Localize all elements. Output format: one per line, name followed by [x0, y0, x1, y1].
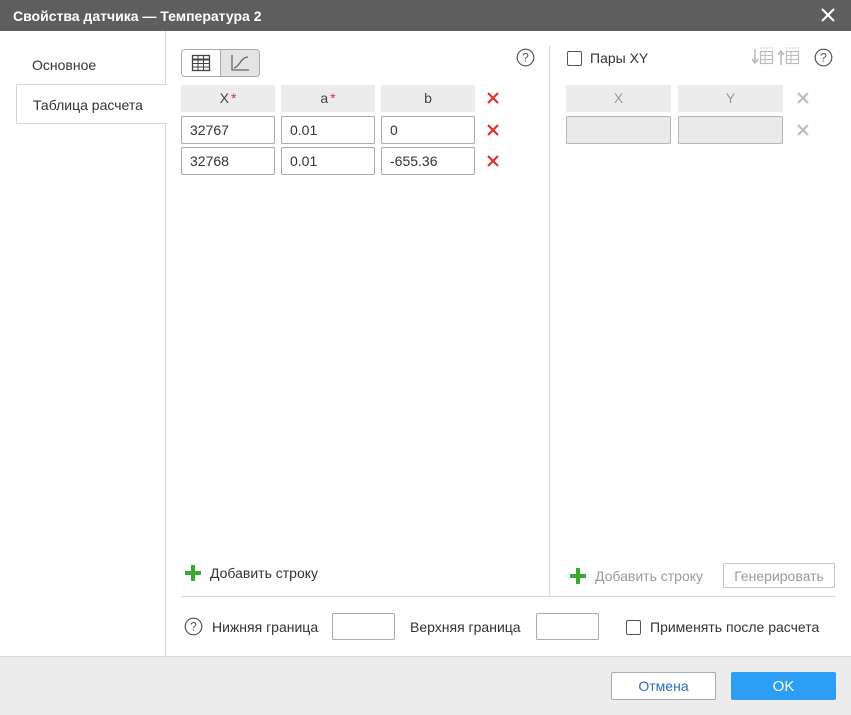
svg-text:?: ?: [190, 620, 197, 634]
xy-row1-y-input[interactable]: [678, 116, 783, 144]
delete-row-icon[interactable]: [486, 154, 500, 168]
lower-bound-label: Нижняя граница: [212, 619, 319, 635]
apply-after-calculation-label: Применять после расчета: [650, 619, 820, 635]
table-icon: [191, 54, 211, 72]
calculation-table-panel: ? X* a* b Добавить строку Пары XY: [166, 31, 851, 656]
delete-all-xy-rows-icon[interactable]: [796, 91, 810, 105]
sidebar-item-general[interactable]: Основное: [16, 45, 166, 85]
column-header-x: X *: [181, 85, 275, 112]
required-marker: *: [230, 90, 237, 106]
bounds-divider: [181, 596, 836, 597]
sort-descending-icon[interactable]: [752, 47, 774, 67]
help-icon[interactable]: ?: [516, 48, 535, 67]
xy-add-row-label: Добавить строку: [595, 568, 704, 584]
row1-x-input[interactable]: [181, 116, 275, 144]
view-toggle: [181, 49, 260, 77]
help-icon[interactable]: ?: [814, 48, 833, 67]
sort-ascending-icon[interactable]: [778, 47, 800, 67]
required-marker: *: [330, 90, 336, 106]
upper-bound-input[interactable]: [536, 613, 599, 640]
chart-line-icon: [231, 55, 249, 71]
generate-button[interactable]: Генерировать: [723, 563, 835, 588]
xy-column-header-x: X: [566, 85, 671, 112]
ok-button[interactable]: OK: [731, 672, 836, 700]
delete-row-icon[interactable]: [486, 123, 500, 137]
plus-icon: [570, 568, 586, 584]
row2-b-input[interactable]: [381, 147, 475, 175]
xy-add-row-button[interactable]: Добавить строку: [569, 566, 719, 586]
sidebar-item-label: Основное: [32, 57, 97, 73]
cancel-button[interactable]: Отмена: [611, 672, 716, 700]
row1-a-input[interactable]: [281, 116, 375, 144]
sidebar-item-calculation-table[interactable]: Таблица расчета: [16, 84, 167, 124]
upper-bound-label: Верхняя граница: [410, 619, 521, 635]
chart-view-button[interactable]: [221, 50, 259, 76]
dialog-footer: Отмена OK: [0, 656, 851, 715]
sidebar-item-label: Таблица расчета: [33, 97, 143, 113]
column-header-a: a *: [281, 85, 375, 112]
add-row-label: Добавить строку: [210, 565, 319, 581]
svg-text:?: ?: [522, 51, 529, 65]
panel-divider: [549, 46, 550, 596]
row2-x-input[interactable]: [181, 147, 275, 175]
table-view-button[interactable]: [182, 50, 221, 76]
xy-row1-x-input[interactable]: [566, 116, 671, 144]
close-icon[interactable]: [819, 6, 837, 24]
delete-xy-row-icon[interactable]: [796, 123, 810, 137]
apply-after-calculation-checkbox[interactable]: [626, 620, 641, 635]
xy-pairs-label: Пары XY: [590, 50, 649, 66]
dialog-title: Свойства датчика — Температура 2: [13, 8, 262, 24]
xy-pairs-checkbox[interactable]: [567, 51, 582, 66]
delete-all-rows-icon[interactable]: [486, 91, 500, 105]
sidebar: Основное Таблица расчета: [0, 31, 167, 656]
svg-text:?: ?: [820, 51, 827, 65]
lower-bound-input[interactable]: [332, 613, 395, 640]
help-icon[interactable]: ?: [184, 617, 203, 636]
dialog-titlebar: Свойства датчика — Температура 2: [0, 0, 851, 31]
row2-a-input[interactable]: [281, 147, 375, 175]
row1-b-input[interactable]: [381, 116, 475, 144]
xy-column-header-y: Y: [678, 85, 783, 112]
add-row-button[interactable]: Добавить строку: [184, 563, 344, 583]
column-header-b: b: [381, 85, 475, 112]
plus-icon: [185, 565, 201, 581]
